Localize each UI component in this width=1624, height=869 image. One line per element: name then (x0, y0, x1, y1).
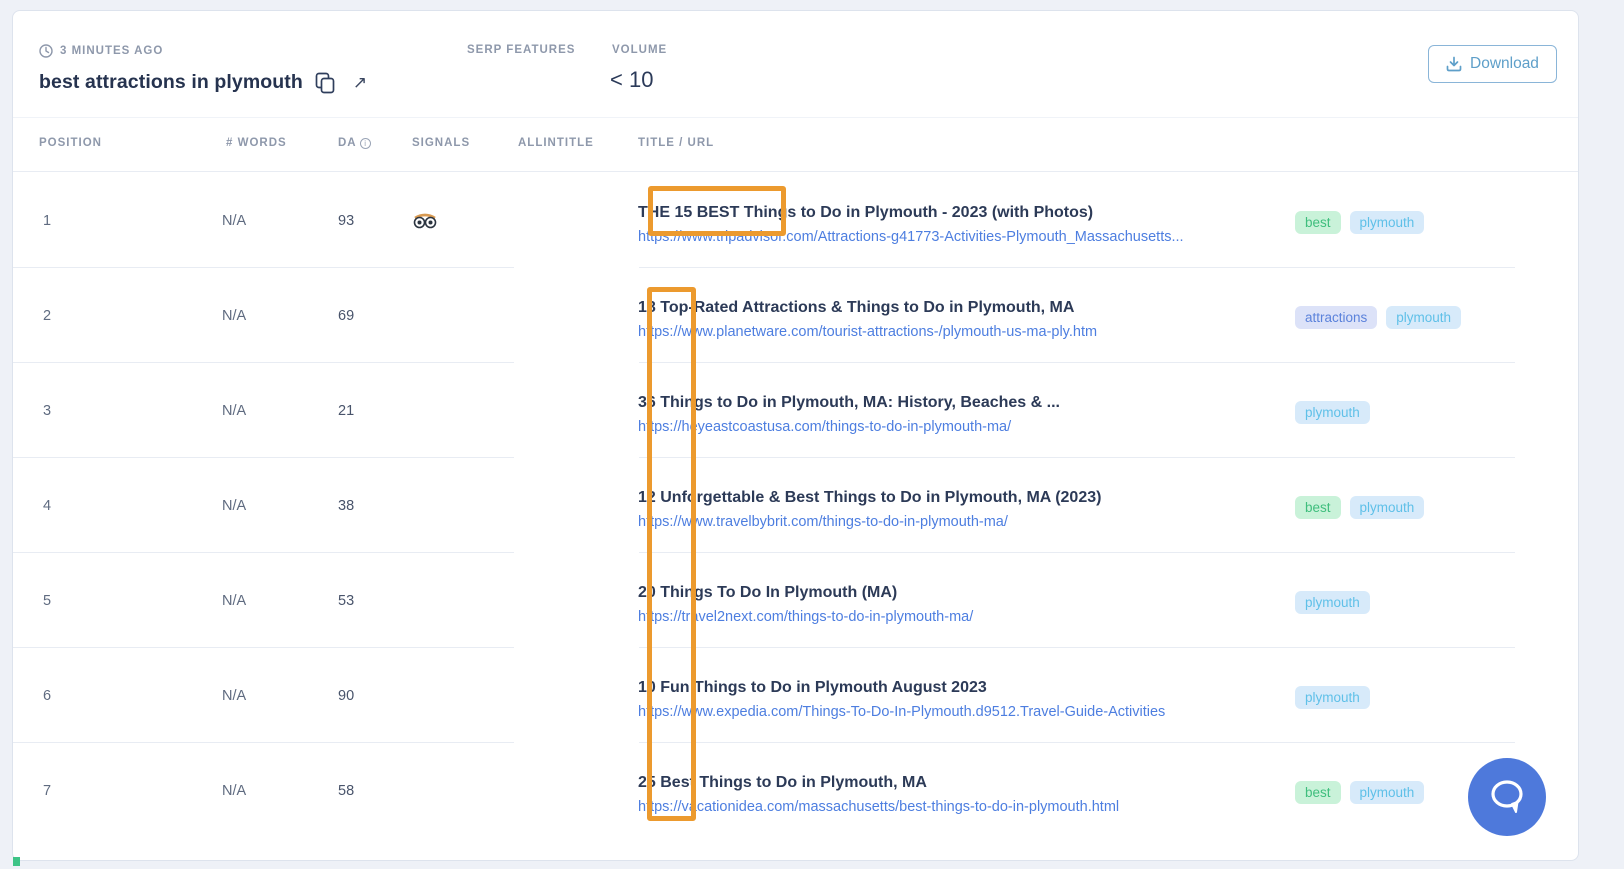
tag-plymouth: plymouth (1386, 306, 1461, 329)
position-value: 4 (43, 458, 51, 553)
words-value: N/A (222, 743, 246, 838)
open-serp-icon[interactable]: ↗ (353, 73, 367, 93)
column-header-signals: SIGNALS (412, 137, 470, 149)
result-url-link[interactable]: https://heyeastcoastusa.com/things-to-do… (638, 419, 1288, 435)
da-value: 69 (338, 268, 354, 363)
annotation-box-title-highlight (648, 186, 786, 236)
timestamp-row: 3 MINUTES AGO (39, 44, 163, 58)
tag-list: best plymouth (1295, 211, 1424, 234)
result-url-link[interactable]: https://travel2next.com/things-to-do-in-… (638, 609, 1288, 625)
table-row: 2 N/A 69 18 Top-Rated Attractions & Thin… (13, 268, 1578, 363)
header-divider (13, 117, 1578, 118)
volume-value: < 10 (610, 67, 653, 93)
corner-marker (13, 857, 20, 866)
column-header-divider (13, 171, 1578, 172)
chat-bubble-icon (1486, 777, 1528, 817)
da-value: 93 (338, 173, 354, 268)
words-value: N/A (222, 648, 246, 743)
copy-icon[interactable] (315, 72, 335, 94)
tag-attractions: attractions (1295, 306, 1377, 329)
da-value: 38 (338, 458, 354, 553)
keyword-text: best attractions in plymouth (39, 71, 303, 94)
column-header-allintitle: ALLINTITLE (518, 137, 594, 149)
words-value: N/A (222, 458, 246, 553)
tag-list: plymouth (1295, 401, 1370, 424)
keyword-report-card: 3 MINUTES AGO best attractions in plymou… (12, 10, 1579, 861)
result-title: 36 Things to Do in Plymouth, MA: History… (638, 391, 1288, 415)
tag-plymouth: plymouth (1350, 781, 1425, 804)
result-url-link[interactable]: https://www.travelbybrit.com/things-to-d… (638, 514, 1288, 530)
signals-cell (412, 173, 438, 268)
table-row: 6 N/A 90 10 Fun Things to Do in Plymouth… (13, 648, 1578, 743)
download-icon (1446, 56, 1462, 72)
result-url-link[interactable]: https://www.planetware.com/tourist-attra… (638, 324, 1288, 340)
tag-list: plymouth (1295, 591, 1370, 614)
da-value: 53 (338, 553, 354, 648)
annotation-box-number-column (647, 287, 696, 821)
tag-plymouth: plymouth (1295, 686, 1370, 709)
position-value: 1 (43, 173, 51, 268)
tag-plymouth: plymouth (1295, 591, 1370, 614)
result-url-link[interactable]: https://vacationidea.com/massachusetts/b… (638, 799, 1288, 815)
position-value: 6 (43, 648, 51, 743)
tag-plymouth: plymouth (1350, 211, 1425, 234)
tag-list: plymouth (1295, 686, 1370, 709)
tag-plymouth: plymouth (1350, 496, 1425, 519)
tag-list: attractions plymouth (1295, 306, 1461, 329)
tag-best: best (1295, 781, 1341, 804)
da-value: 90 (338, 648, 354, 743)
da-value: 21 (338, 363, 354, 458)
words-value: N/A (222, 173, 246, 268)
position-value: 3 (43, 363, 51, 458)
table-row: 4 N/A 38 12 Unforgettable & Best Things … (13, 458, 1578, 553)
words-value: N/A (222, 268, 246, 363)
tripadvisor-icon (412, 213, 438, 229)
tag-best: best (1295, 496, 1341, 519)
tag-best: best (1295, 211, 1341, 234)
result-title: 18 Top-Rated Attractions & Things to Do … (638, 296, 1288, 320)
result-title: 10 Fun Things to Do in Plymouth August 2… (638, 676, 1288, 700)
position-value: 2 (43, 268, 51, 363)
volume-label: VOLUME (612, 44, 667, 56)
column-header-position: POSITION (39, 137, 102, 149)
result-url-link[interactable]: https://www.expedia.com/Things-To-Do-In-… (638, 704, 1288, 720)
result-title: 12 Unforgettable & Best Things to Do in … (638, 486, 1288, 510)
column-header-title-url: TITLE / URL (638, 137, 714, 149)
position-value: 5 (43, 553, 51, 648)
words-value: N/A (222, 363, 246, 458)
tag-list: best plymouth (1295, 781, 1424, 804)
table-row: 1 N/A 93 THE 15 BEST Things to Do in Ply… (13, 173, 1578, 268)
result-title: 20 Things To Do In Plymouth (MA) (638, 581, 1288, 605)
tag-list: best plymouth (1295, 496, 1424, 519)
serp-features-label: SERP FEATURES (467, 44, 575, 56)
words-value: N/A (222, 553, 246, 648)
clock-icon (39, 44, 53, 58)
column-header-words: # WORDS (226, 137, 287, 149)
position-value: 7 (43, 743, 51, 838)
table-row: 3 N/A 21 36 Things to Do in Plymouth, MA… (13, 363, 1578, 458)
tag-plymouth: plymouth (1295, 401, 1370, 424)
chat-launcher-button[interactable] (1468, 758, 1546, 836)
da-value: 58 (338, 743, 354, 838)
table-row: 5 N/A 53 20 Things To Do In Plymouth (MA… (13, 553, 1578, 648)
info-icon[interactable]: i (360, 138, 371, 149)
column-header-da: DA (338, 137, 357, 149)
download-label: Download (1470, 55, 1539, 73)
results-table-body: 1 N/A 93 THE 15 BEST Things to Do in Ply… (13, 173, 1578, 838)
table-row: 7 N/A 58 25 Best Things to Do in Plymout… (13, 743, 1578, 838)
result-title: 25 Best Things to Do in Plymouth, MA (638, 771, 1288, 795)
download-button[interactable]: Download (1428, 45, 1557, 83)
timestamp-label: 3 MINUTES AGO (60, 45, 163, 57)
